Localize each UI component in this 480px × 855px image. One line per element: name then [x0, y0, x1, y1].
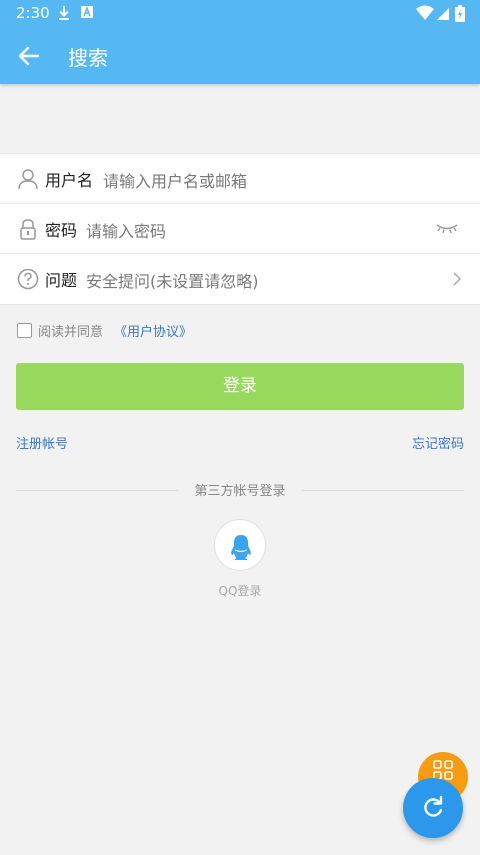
agreement-checkbox[interactable] [17, 323, 32, 338]
download-icon [59, 6, 69, 20]
user-icon [18, 169, 38, 190]
username-row[interactable]: 用户名 请输入用户名或邮箱 [0, 154, 480, 204]
question-icon [17, 268, 39, 290]
battery-icon [455, 5, 465, 22]
notification-a-icon [81, 6, 93, 18]
question-row[interactable]: 问题 安全提问(未设置请忽略) [0, 254, 480, 304]
password-input[interactable]: 请输入密码 [86, 218, 166, 242]
qq-penguin-icon [231, 535, 251, 560]
qq-login-button[interactable] [214, 519, 266, 571]
login-form: 用户名 请输入用户名或邮箱 密码 请输入密码 问题 安全提问(未设置请忽略) [0, 153, 480, 305]
qq-login-label: QQ登录 [218, 584, 262, 598]
eye-closed-icon[interactable] [436, 222, 458, 236]
wifi-icon [416, 5, 434, 20]
refresh-icon [424, 795, 443, 817]
back-arrow-icon[interactable] [16, 44, 42, 68]
cell-signal-icon [437, 8, 449, 20]
question-label: 问题 [45, 271, 78, 290]
password-label: 密码 [45, 221, 78, 240]
app-bar: 搜索 [0, 28, 480, 84]
third-party-title: 第三方帐号登录 [194, 484, 286, 499]
password-row[interactable]: 密码 请输入密码 [0, 204, 480, 254]
chevron-right-icon [453, 272, 462, 286]
page-title: 搜索 [68, 46, 108, 70]
refresh-fab[interactable] [403, 778, 463, 838]
register-link[interactable]: 注册帐号 [16, 433, 68, 452]
agreement-text: 阅读并同意 [38, 325, 104, 340]
user-agreement-link[interactable]: 《用户协议》 [114, 321, 192, 340]
status-time: 2:30 [16, 4, 50, 22]
forgot-password-link[interactable]: 忘记密码 [412, 433, 464, 452]
status-bar: 2:30 [0, 0, 480, 28]
login-button[interactable]: 登录 [16, 363, 464, 410]
username-label: 用户名 [45, 171, 94, 190]
lock-icon [20, 219, 36, 240]
question-select[interactable]: 安全提问(未设置请忽略) [86, 268, 259, 292]
username-input[interactable]: 请输入用户名或邮箱 [103, 168, 247, 192]
